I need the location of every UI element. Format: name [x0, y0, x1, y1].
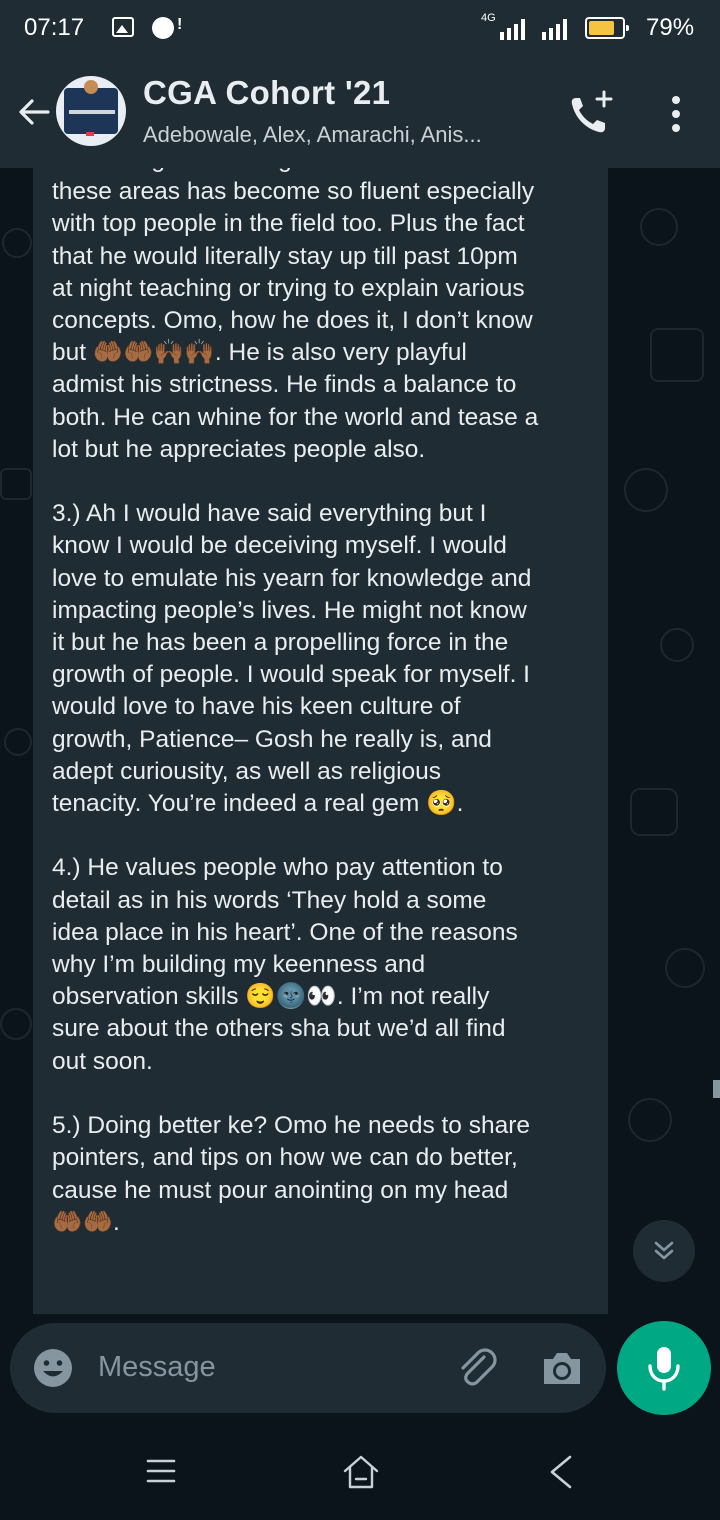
- chat-header: CGA Cohort '21 Adebowale, Alex, Amarachi…: [0, 58, 720, 168]
- system-nav-bar: [0, 1420, 720, 1520]
- gallery-notification-icon: [112, 17, 134, 37]
- message-input[interactable]: [96, 1350, 440, 1385]
- home-icon[interactable]: [342, 1454, 380, 1490]
- recent-apps-icon[interactable]: [146, 1458, 176, 1484]
- double-chevron-down-icon: [654, 1241, 674, 1260]
- emoji-icon[interactable]: [32, 1347, 74, 1389]
- message-composer: [10, 1323, 606, 1413]
- status-bar: 07:17 4G 79%: [0, 0, 720, 58]
- chat-title[interactable]: CGA Cohort '21: [143, 74, 390, 112]
- scrollbar-thumb[interactable]: [713, 1080, 720, 1098]
- message-text: interesting that having conversations in…: [52, 168, 539, 1236]
- signal-strength-icon: [500, 18, 525, 40]
- nav-back-icon[interactable]: [548, 1454, 574, 1490]
- group-avatar[interactable]: [56, 76, 126, 146]
- battery-icon: [585, 17, 629, 39]
- network-type: 4G: [481, 12, 496, 24]
- chat-notification-icon: [152, 16, 182, 39]
- status-time: 07:17: [24, 14, 85, 41]
- attachment-paperclip-icon[interactable]: [454, 1345, 500, 1391]
- battery-percent: 79%: [646, 14, 695, 41]
- voice-message-button[interactable]: [617, 1321, 711, 1415]
- signal-strength-icon-2: [542, 18, 567, 40]
- add-call-icon[interactable]: [566, 90, 616, 136]
- camera-icon[interactable]: [540, 1347, 584, 1389]
- back-arrow-icon[interactable]: [14, 92, 54, 132]
- chat-participants[interactable]: Adebowale, Alex, Amarachi, Anis...: [143, 122, 482, 148]
- more-options-icon[interactable]: [664, 94, 688, 134]
- scroll-to-bottom-button[interactable]: [633, 1220, 695, 1282]
- message-bubble[interactable]: interesting that having conversations in…: [33, 168, 608, 1314]
- microphone-icon: [648, 1347, 680, 1391]
